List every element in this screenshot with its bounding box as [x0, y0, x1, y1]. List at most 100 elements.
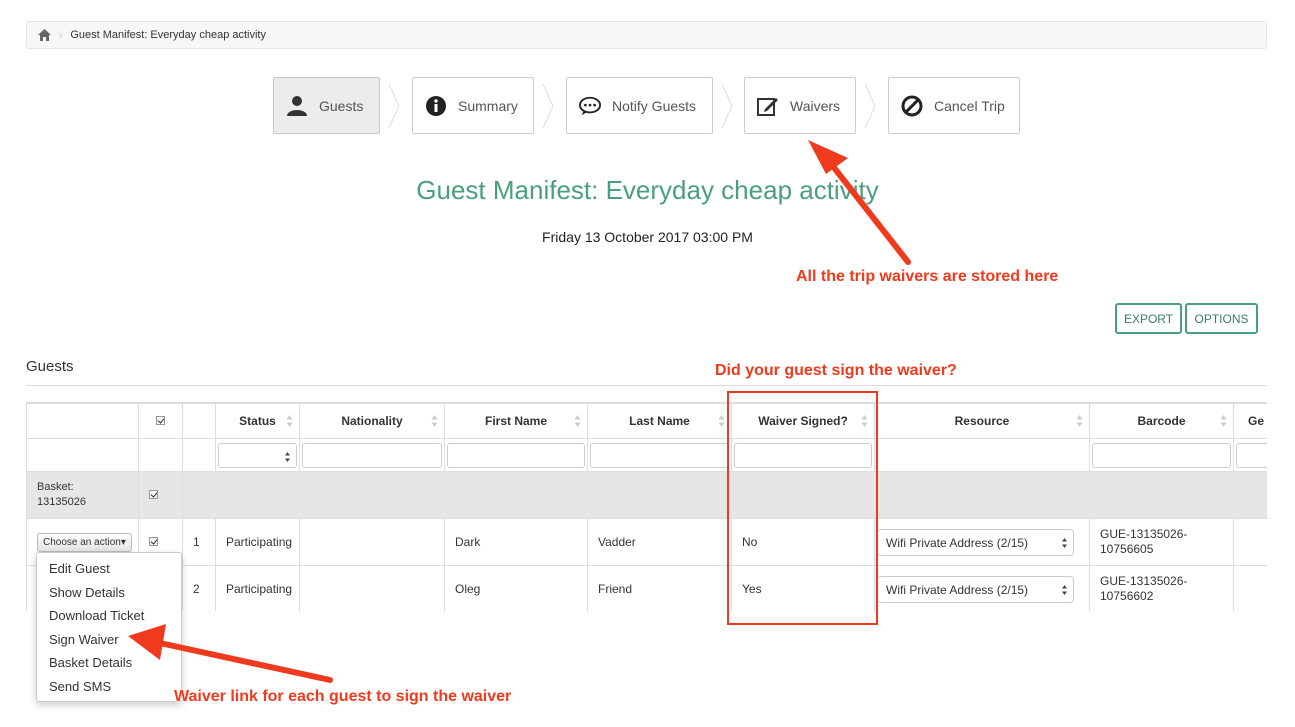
menu-item-edit-guest[interactable]: Edit Guest [37, 559, 181, 583]
breadcrumb: › Guest Manifest: Everyday cheap activit… [26, 21, 1267, 49]
export-button[interactable]: EXPORT [1115, 303, 1182, 334]
last-name-cell: Vadder [587, 518, 732, 566]
row-number: 1 [182, 518, 216, 566]
page-title: Guest Manifest: Everyday cheap activity [416, 175, 879, 205]
column-header-gender[interactable]: Ge [1233, 403, 1267, 439]
step-separator-icon [542, 84, 554, 128]
resource-select[interactable]: Wifi Private Address (2/15) [877, 575, 1074, 603]
filter-row [26, 438, 1267, 472]
chat-icon [579, 95, 601, 117]
select-arrows-icon [1062, 584, 1067, 595]
gender-cell [1233, 565, 1267, 611]
action-column-header [26, 403, 139, 439]
basket-row: Basket: 13135026 [26, 471, 1267, 519]
resource-select[interactable]: Wifi Private Address (2/15) [877, 528, 1074, 556]
column-header-status[interactable]: Status [215, 403, 300, 439]
basket-checkbox[interactable] [149, 490, 158, 499]
sort-icon [718, 415, 725, 427]
edit-icon [757, 95, 779, 117]
step-separator-icon [721, 84, 733, 128]
sort-icon [1076, 415, 1083, 427]
column-header-last-name[interactable]: Last Name [587, 403, 732, 439]
table-row: 2 Participating Oleg Friend Yes Wifi Pri… [26, 565, 1267, 611]
column-header-barcode[interactable]: Barcode [1089, 403, 1234, 439]
status-cell: Participating [215, 518, 300, 566]
barcode-filter-input[interactable] [1092, 442, 1231, 468]
status-cell: Participating [215, 565, 300, 611]
column-header-nationality[interactable]: Nationality [299, 403, 445, 439]
nationality-filter-input[interactable] [302, 442, 442, 468]
step-label: Summary [458, 97, 518, 114]
filter-cell [1233, 438, 1267, 472]
gender-cell [1233, 518, 1267, 566]
sort-icon [431, 415, 438, 427]
resource-cell: Wifi Private Address (2/15) [874, 518, 1090, 566]
menu-item-basket-details[interactable]: Basket Details [37, 653, 181, 677]
filter-cell [444, 438, 588, 472]
column-header-first-name[interactable]: First Name [444, 403, 588, 439]
filter-cell [874, 438, 1090, 472]
action-dropdown-menu: Edit Guest Show Details Download Ticket … [36, 552, 182, 702]
divider [26, 385, 1267, 386]
trip-date: Friday 13 October 2017 03:00 PM [542, 229, 753, 245]
basket-label: Basket: [37, 481, 74, 493]
section-title: Guests [26, 358, 74, 375]
column-header-resource[interactable]: Resource [874, 403, 1090, 439]
menu-item-show-details[interactable]: Show Details [37, 583, 181, 607]
barcode-cell: GUE-13135026- 10756605 [1089, 518, 1234, 566]
select-all-header [138, 403, 183, 439]
filter-cell [138, 438, 183, 472]
menu-item-download-ticket[interactable]: Download Ticket [37, 606, 181, 630]
select-arrows-icon [1062, 537, 1067, 548]
annotation-waivers-stored: All the trip waivers are stored here [796, 268, 1059, 285]
filter-cell [587, 438, 732, 472]
header-row: Status Nationality First Name Last Name … [26, 403, 1267, 439]
first-name-filter-input[interactable] [447, 442, 585, 468]
basket-fill [182, 471, 1267, 519]
status-filter-select[interactable] [218, 442, 297, 468]
user-icon [286, 95, 308, 117]
menu-item-send-sms[interactable]: Send SMS [37, 677, 181, 701]
last-name-filter-input[interactable] [590, 442, 729, 468]
basket-id: 13135026 [37, 496, 86, 508]
filter-cell [299, 438, 445, 472]
info-icon [425, 95, 447, 117]
step-separator-icon [864, 84, 876, 128]
gender-filter-input[interactable] [1236, 442, 1267, 468]
sort-icon [574, 415, 581, 427]
annotation-waiver-link: Waiver link for each guest to sign the w… [174, 688, 512, 705]
step-notify-guests[interactable]: Notify Guests [566, 77, 713, 134]
first-name-cell: Dark [444, 518, 588, 566]
select-all-checkbox[interactable] [156, 416, 165, 425]
menu-item-sign-waiver[interactable]: Sign Waiver [37, 630, 181, 654]
step-label: Waivers [790, 97, 841, 114]
home-icon[interactable] [38, 29, 51, 41]
filter-cell [1089, 438, 1234, 472]
barcode-cell: GUE-13135026- 10756602 [1089, 565, 1234, 611]
step-separator-icon [388, 84, 400, 128]
step-label: Cancel Trip [934, 97, 1005, 114]
select-arrows-icon [285, 451, 290, 462]
number-column-header [182, 403, 216, 439]
last-name-cell: Friend [587, 565, 732, 611]
step-waivers[interactable]: Waivers [744, 77, 856, 134]
options-button[interactable]: OPTIONS [1185, 303, 1258, 334]
row-checkbox[interactable] [149, 537, 158, 546]
waiver-column-highlight [727, 391, 878, 625]
filter-cell [26, 438, 139, 472]
step-summary[interactable]: Summary [412, 77, 534, 134]
resource-cell: Wifi Private Address (2/15) [874, 565, 1090, 611]
sort-icon [1220, 415, 1227, 427]
breadcrumb-separator: › [59, 29, 63, 41]
filter-cell [182, 438, 216, 472]
first-name-cell: Oleg [444, 565, 588, 611]
basket-select-cell [138, 471, 183, 519]
step-cancel-trip[interactable]: Cancel Trip [888, 77, 1020, 134]
choose-action-dropdown[interactable]: Choose an action▾ [37, 532, 132, 552]
filter-cell [215, 438, 300, 472]
step-label: Notify Guests [612, 97, 697, 114]
step-guests[interactable]: Guests [273, 77, 380, 134]
breadcrumb-current: Guest Manifest: Everyday cheap activity [70, 29, 266, 41]
table-row: Choose an action▾ 1 Participating Dark V… [26, 518, 1267, 566]
nationality-cell [299, 565, 445, 611]
